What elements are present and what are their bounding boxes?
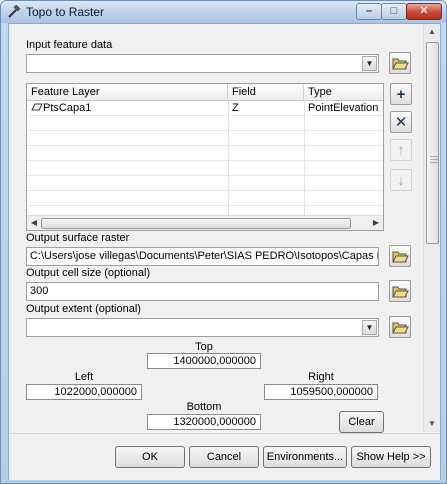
add-row-button[interactable]: + <box>390 83 412 105</box>
input-features-table: Feature Layer Field Type PtsCapa1 Z Poin… <box>26 83 384 231</box>
extent-top-label: Top <box>195 341 213 353</box>
parameters-panel: Input feature data ▼ Feature Layer Field… <box>9 24 422 433</box>
dialog-footer: OK Cancel Environments... Show Help >> <box>9 433 440 480</box>
cancel-button[interactable]: Cancel <box>189 446 259 468</box>
extent-right-label: Right <box>308 371 334 383</box>
vertical-scrollbar[interactable]: ▲ — — — ▼ <box>423 24 440 432</box>
table-row[interactable] <box>27 146 383 161</box>
grip-icon: — — — <box>430 152 438 167</box>
row-feature-layer[interactable]: PtsCapa1 <box>27 101 228 116</box>
table-header: Feature Layer Field Type <box>27 84 383 101</box>
table-row[interactable] <box>27 131 383 146</box>
extent-right-field[interactable]: 1059500,000000 <box>264 384 378 400</box>
column-header-type[interactable]: Type <box>304 84 383 100</box>
table-horizontal-scrollbar[interactable]: ◀ ▶ <box>27 215 383 230</box>
open-folder-icon <box>392 58 409 70</box>
extent-top-field[interactable]: 1400000,000000 <box>147 353 261 369</box>
move-up-button[interactable]: ↑ <box>390 139 412 161</box>
maximize-icon: □ <box>390 5 398 17</box>
cell-size-label: Output cell size (optional) <box>26 267 151 279</box>
show-help-button[interactable]: Show Help >> <box>351 446 431 468</box>
open-folder-icon <box>392 322 409 334</box>
extent-combo[interactable]: ▼ <box>26 318 379 337</box>
scroll-down-icon[interactable]: ▼ <box>424 416 440 432</box>
window-title: Topo to Raster <box>26 5 105 19</box>
extent-left-label: Left <box>74 371 94 383</box>
scroll-up-icon[interactable]: ▲ <box>424 24 440 40</box>
output-raster-label: Output surface raster <box>26 232 130 244</box>
ok-button[interactable]: OK <box>115 446 185 468</box>
minimize-icon: – <box>365 5 373 17</box>
feature-layer-icon <box>31 103 43 111</box>
clear-extent-button[interactable]: Clear <box>339 411 384 433</box>
table-row[interactable] <box>27 191 383 206</box>
input-features-combo[interactable]: ▼ <box>26 54 379 73</box>
row-feature-layer-text: PtsCapa1 <box>43 102 92 114</box>
table-row[interactable]: PtsCapa1 Z PointElevation <box>27 101 383 116</box>
move-down-button[interactable]: ↓ <box>390 169 412 191</box>
extent-browse-button[interactable] <box>389 316 411 338</box>
extent-label: Output extent (optional) <box>26 303 141 315</box>
horizontal-scroll-thumb[interactable] <box>41 218 351 229</box>
minimize-button[interactable]: – <box>356 3 382 20</box>
open-folder-icon <box>392 251 409 263</box>
open-folder-icon <box>392 286 409 298</box>
scroll-left-icon[interactable]: ◀ <box>27 216 41 230</box>
table-row[interactable] <box>27 161 383 176</box>
input-features-label: Input feature data <box>26 39 113 51</box>
cell-size-browse-button[interactable] <box>389 280 411 302</box>
close-icon: ✕ <box>419 5 429 17</box>
dialog-client: Input feature data ▼ Feature Layer Field… <box>8 23 441 480</box>
environments-button[interactable]: Environments... <box>263 446 347 468</box>
dialog-window: Topo to Raster – □ ✕ Input feature data … <box>0 0 447 484</box>
chevron-down-icon[interactable]: ▼ <box>362 320 377 335</box>
table-row[interactable] <box>27 116 383 131</box>
extent-bottom-field[interactable]: 1320000,000000 <box>147 414 261 430</box>
maximize-button[interactable]: □ <box>381 3 407 20</box>
row-type[interactable]: PointElevation <box>304 101 383 116</box>
vertical-scroll-thumb[interactable]: — — — <box>426 42 439 244</box>
column-header-field[interactable]: Field <box>228 84 304 100</box>
close-button[interactable]: ✕ <box>406 3 442 20</box>
input-features-browse-button[interactable] <box>389 52 411 74</box>
column-header-feature-layer[interactable]: Feature Layer <box>27 84 228 100</box>
scroll-right-icon[interactable]: ▶ <box>369 216 383 230</box>
output-raster-browse-button[interactable] <box>389 245 411 267</box>
output-raster-field[interactable]: C:\Users\jose villegas\Documents\Peter\S… <box>26 247 379 266</box>
extent-bottom-label: Bottom <box>186 401 222 413</box>
hammer-icon <box>8 5 21 18</box>
extent-left-field[interactable]: 1022000,000000 <box>26 384 142 400</box>
row-field[interactable]: Z <box>228 101 304 116</box>
cell-size-field[interactable]: 300 <box>26 282 379 301</box>
title-bar[interactable]: Topo to Raster – □ ✕ <box>1 1 446 23</box>
remove-row-button[interactable]: ✕ <box>390 111 412 133</box>
chevron-down-icon[interactable]: ▼ <box>362 56 377 71</box>
table-row[interactable] <box>27 176 383 191</box>
